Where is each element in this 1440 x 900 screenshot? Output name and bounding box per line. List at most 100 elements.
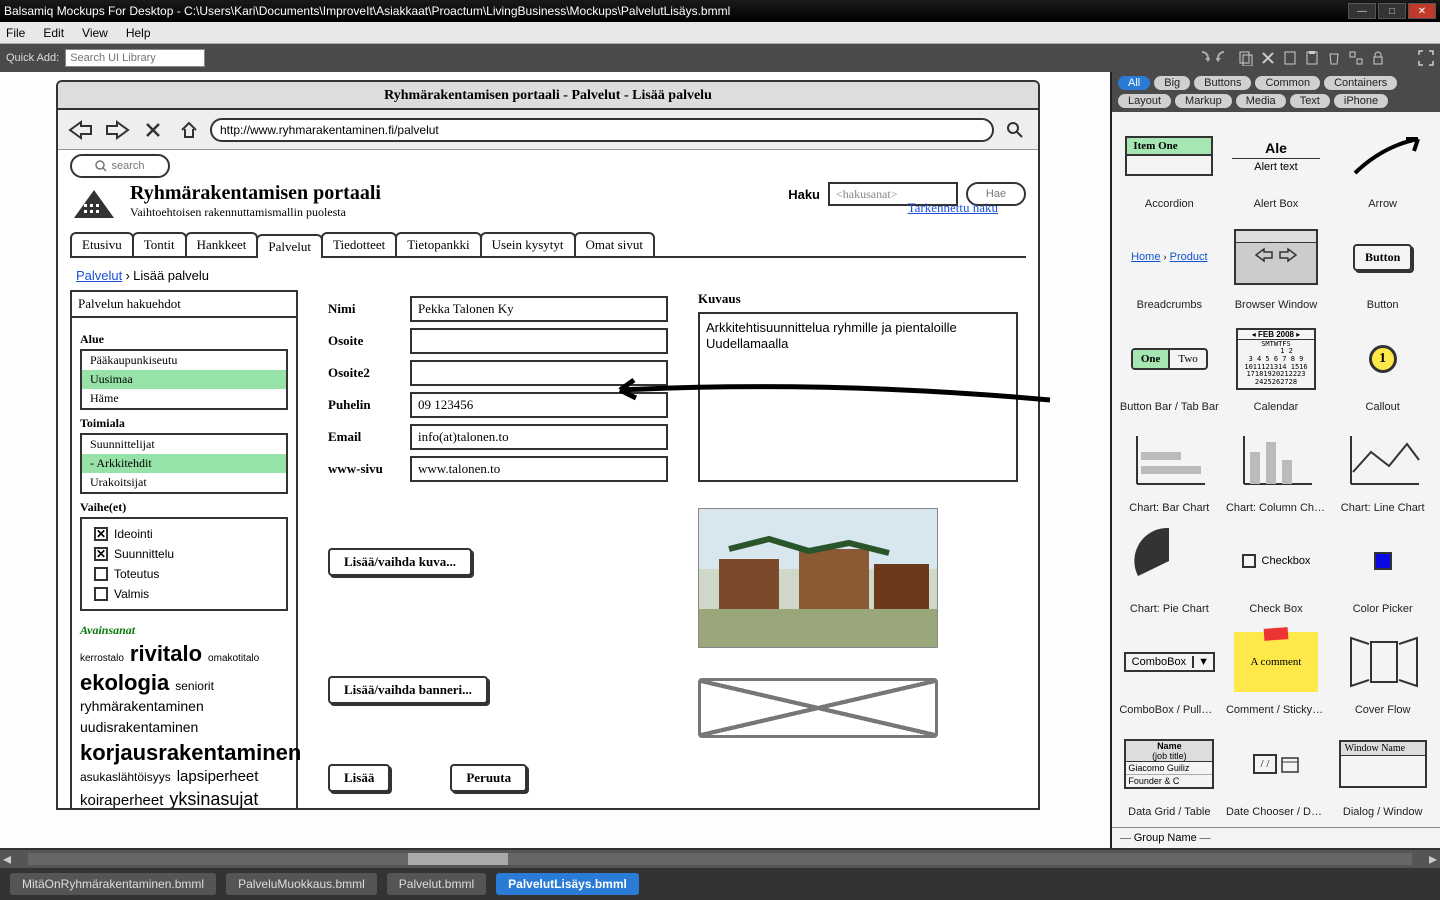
- url-bar[interactable]: http://www.ryhmarakentaminen.fi/palvelut: [210, 118, 994, 142]
- tag[interactable]: kerrostalo: [80, 652, 124, 665]
- maximize-button[interactable]: □: [1378, 3, 1406, 19]
- library-item[interactable]: Chart: Pie Chart: [1118, 523, 1221, 618]
- library-grid[interactable]: Item OneAccordionAleAlert textAlert BoxA…: [1112, 112, 1440, 827]
- close-button[interactable]: ✕: [1408, 3, 1436, 19]
- tab-usein[interactable]: Usein kysytyt: [480, 232, 576, 256]
- puhelin-input[interactable]: [410, 392, 668, 418]
- quick-add-input[interactable]: [65, 49, 205, 67]
- lib-category-tab[interactable]: Big: [1154, 76, 1190, 90]
- tab-tiedotteet[interactable]: Tiedotteet: [321, 232, 397, 256]
- tab-tietopankki[interactable]: Tietopankki: [395, 232, 481, 256]
- breadcrumb-link[interactable]: Palvelut: [76, 268, 122, 283]
- delete-icon[interactable]: [1326, 50, 1342, 66]
- tag[interactable]: korjausrakentaminen: [80, 739, 301, 768]
- tag[interactable]: koiraperheet: [80, 791, 163, 808]
- checkbox-icon[interactable]: [94, 587, 108, 601]
- lib-category-tab[interactable]: Text: [1290, 94, 1330, 108]
- tab-omat[interactable]: Omat sivut: [574, 232, 655, 256]
- group-icon[interactable]: [1348, 50, 1364, 66]
- toimiala-item-1[interactable]: - Arkkitehdit: [82, 454, 286, 473]
- forward-icon[interactable]: [102, 118, 132, 142]
- copy-icon[interactable]: [1238, 50, 1254, 66]
- alue-item-2[interactable]: Häme: [82, 389, 286, 408]
- redo-icon[interactable]: [1216, 50, 1232, 66]
- alue-item-1[interactable]: Uusimaa: [82, 370, 286, 389]
- paste-icon[interactable]: [1282, 50, 1298, 66]
- library-item[interactable]: AleAlert textAlert Box: [1225, 118, 1328, 213]
- library-item[interactable]: ComboBox▼ComboBox / PullDo…: [1118, 624, 1221, 719]
- vaihe-item-1[interactable]: ✕Suunnittelu: [86, 545, 282, 563]
- library-item[interactable]: Window NameDialog / Window: [1331, 726, 1434, 821]
- horizontal-scrollbar[interactable]: ◂ ▸: [0, 850, 1440, 868]
- lock-icon[interactable]: [1370, 50, 1386, 66]
- checkbox-icon[interactable]: ✕: [94, 527, 108, 541]
- home-icon[interactable]: [174, 118, 204, 142]
- lib-category-tab[interactable]: Layout: [1118, 94, 1171, 108]
- tab-etusivu[interactable]: Etusivu: [70, 232, 134, 256]
- vaihe-item-3[interactable]: Valmis: [86, 585, 282, 603]
- library-item[interactable]: Cover Flow: [1331, 624, 1434, 719]
- library-item[interactable]: Chart: Line Chart: [1331, 422, 1434, 517]
- lib-category-tab[interactable]: Media: [1236, 94, 1286, 108]
- tab-tontit[interactable]: Tontit: [132, 232, 187, 256]
- checkbox-icon[interactable]: [94, 567, 108, 581]
- mockup-browser-window[interactable]: Ryhmärakentamisen portaali - Palvelut - …: [56, 80, 1040, 810]
- library-item[interactable]: Item OneAccordion: [1118, 118, 1221, 213]
- lib-category-tab[interactable]: iPhone: [1334, 94, 1388, 108]
- library-item[interactable]: Chart: Bar Chart: [1118, 422, 1221, 517]
- tag[interactable]: asukaslähtöisyys: [80, 770, 171, 786]
- library-item[interactable]: Name(job title)Giacomo GuilizFounder & C…: [1118, 726, 1221, 821]
- tab-hankkeet[interactable]: Hankkeet: [185, 232, 259, 256]
- lib-category-tab[interactable]: Buttons: [1194, 76, 1251, 90]
- vaihe-item-2[interactable]: Toteutus: [86, 565, 282, 583]
- tag[interactable]: lapsiperheet: [177, 767, 259, 787]
- osoite-input[interactable]: [410, 328, 668, 354]
- cancel-button[interactable]: Peruuta: [450, 764, 527, 792]
- search-icon[interactable]: [1000, 118, 1030, 142]
- advanced-search-link[interactable]: Tarkennettu haku: [908, 200, 998, 216]
- library-item[interactable]: Arrow: [1331, 118, 1434, 213]
- cut-icon[interactable]: [1260, 50, 1276, 66]
- lib-category-tab[interactable]: Markup: [1175, 94, 1232, 108]
- tag[interactable]: ryhmärakentaminen: [80, 697, 204, 715]
- doc-tab[interactable]: PalveluMuokkaus.bmml: [226, 873, 377, 895]
- library-item[interactable]: 1Callout: [1331, 321, 1434, 416]
- submit-button[interactable]: Lisää: [328, 764, 390, 792]
- doc-tab[interactable]: MitäOnRyhmärakentaminen.bmml: [10, 873, 216, 895]
- canvas[interactable]: Ryhmärakentamisen portaali - Palvelut - …: [0, 72, 1110, 848]
- tag[interactable]: uudisrakentaminen: [80, 718, 198, 736]
- library-item[interactable]: ButtonButton: [1331, 219, 1434, 314]
- library-item[interactable]: A commentComment / Sticky N…: [1225, 624, 1328, 719]
- library-item[interactable]: / /Date Chooser / Dat…: [1225, 726, 1328, 821]
- kuvaus-textarea[interactable]: Arkkitehtisuunnittelua ryhmille ja pient…: [698, 312, 1018, 482]
- toimiala-item-0[interactable]: Suunnittelijat: [82, 435, 286, 454]
- tag[interactable]: omakotitalo: [208, 652, 259, 665]
- www-input[interactable]: [410, 456, 668, 482]
- lib-category-tab[interactable]: Containers: [1324, 76, 1397, 90]
- back-icon[interactable]: [66, 118, 96, 142]
- alue-item-0[interactable]: Pääkaupunkiseutu: [82, 351, 286, 370]
- doc-tab[interactable]: PalvelutLisäys.bmml: [496, 873, 639, 895]
- nimi-input[interactable]: [410, 296, 668, 322]
- minimize-button[interactable]: ―: [1348, 3, 1376, 19]
- checkbox-icon[interactable]: ✕: [94, 547, 108, 561]
- add-banner-button[interactable]: Lisää/vaihda banneri...: [328, 676, 488, 704]
- menu-help[interactable]: Help: [126, 26, 151, 40]
- fullscreen-icon[interactable]: [1418, 50, 1434, 66]
- tab-palvelut[interactable]: Palvelut: [256, 234, 323, 258]
- toimiala-item-2[interactable]: Urakoitsijat: [82, 473, 286, 492]
- tag[interactable]: rivitalo: [130, 640, 202, 669]
- tag[interactable]: yksinasujat: [169, 788, 258, 808]
- menu-view[interactable]: View: [82, 26, 108, 40]
- library-item[interactable]: Home › ProductBreadcrumbs: [1118, 219, 1221, 314]
- email-input[interactable]: [410, 424, 668, 450]
- lib-category-tab[interactable]: All: [1118, 76, 1150, 90]
- alue-list[interactable]: Pääkaupunkiseutu Uusimaa Häme: [80, 349, 288, 410]
- menu-file[interactable]: File: [6, 26, 25, 40]
- vaihe-item-0[interactable]: ✕Ideointi: [86, 525, 282, 543]
- clipboard-icon[interactable]: [1304, 50, 1320, 66]
- stop-icon[interactable]: [138, 118, 168, 142]
- library-item[interactable]: Color Picker: [1331, 523, 1434, 618]
- lib-category-tab[interactable]: Common: [1255, 76, 1320, 90]
- library-item[interactable]: ◂ FEB 2008 ▸SMTWTFS 1 23 4 5 6 7 8 91011…: [1225, 321, 1328, 416]
